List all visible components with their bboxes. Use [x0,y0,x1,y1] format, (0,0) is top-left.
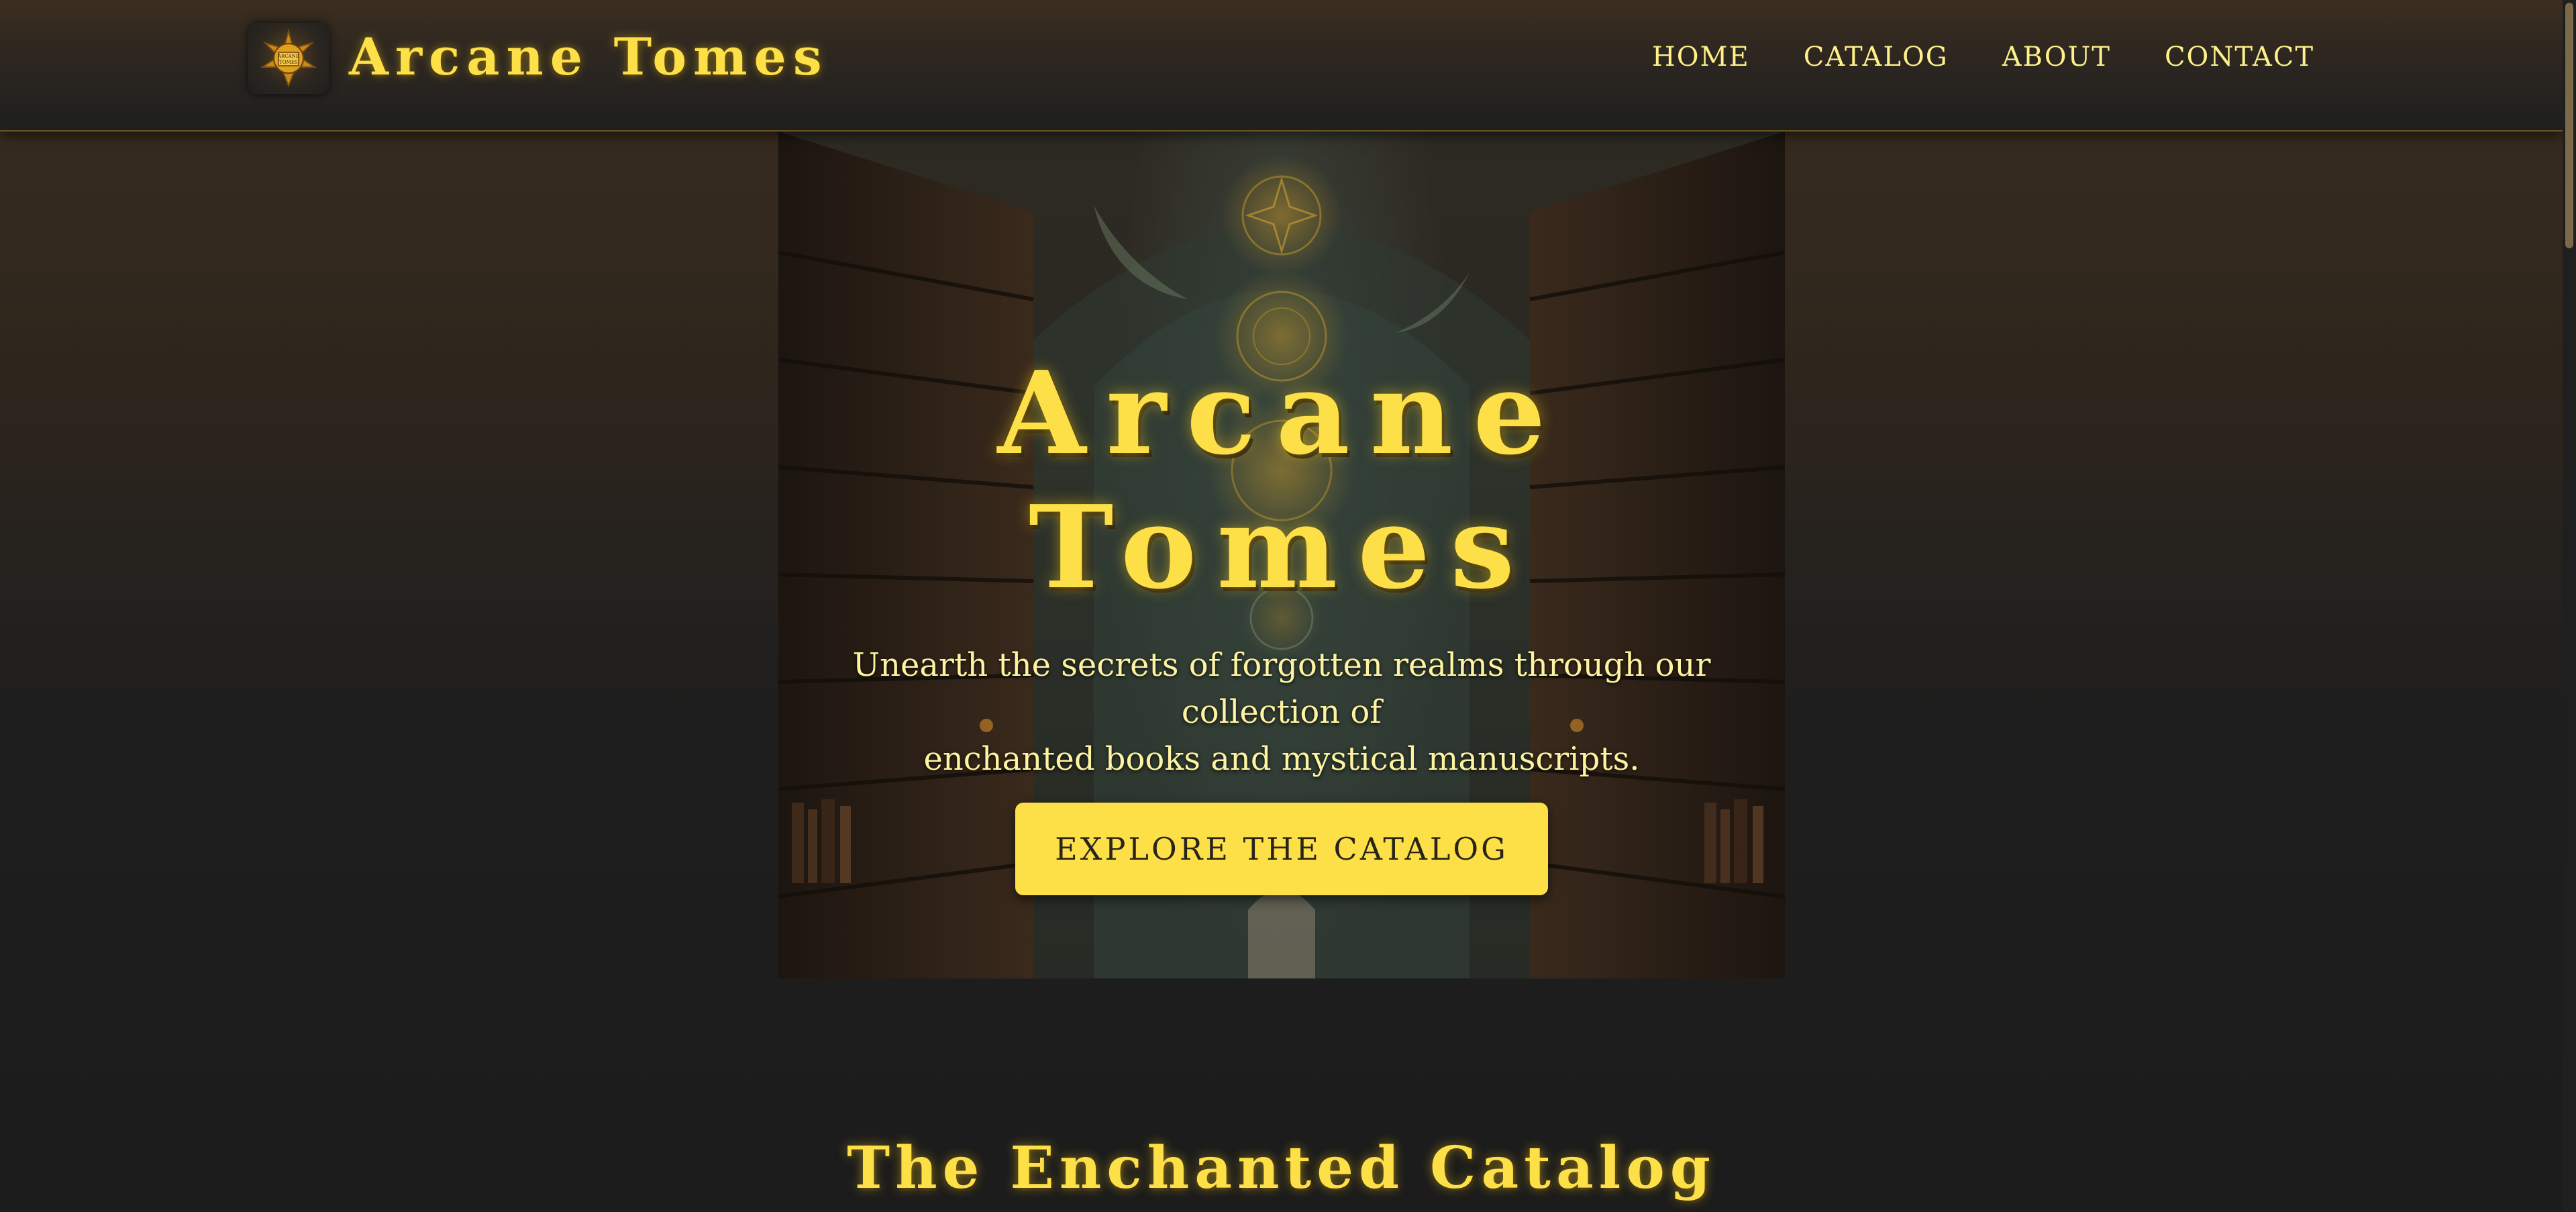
catalog-section-title: The Enchanted Catalog [847,1134,1716,1202]
page-scrollbar[interactable] [2563,0,2576,1212]
logo-text-line2: TOMES [279,60,298,65]
nav-contact[interactable]: CONTACT [2165,42,2314,72]
logo-text-line1: ARCANE [277,54,299,59]
hero-title: Arcane Tomes [997,346,1566,615]
hero-subtitle-line1: Unearth the secrets of forgotten realms … [852,646,1711,731]
hero-subtitle-line2: enchanted books and mystical manuscripts… [923,740,1640,778]
hero-section: Arcane Tomes Unearth the secrets of forg… [778,132,1785,978]
brand-name[interactable]: Arcane Tomes [349,27,829,87]
explore-catalog-button[interactable]: EXPLORE THE CATALOG [1015,803,1548,895]
nav-about[interactable]: ABOUT [2002,42,2111,72]
nav-catalog[interactable]: CATALOG [1804,42,1949,72]
scrollbar-thumb[interactable] [2565,3,2573,248]
nav-home[interactable]: HOME [1652,42,1750,72]
main-nav: HOME CATALOG ABOUT CONTACT [1652,42,2314,72]
hero-subtitle: Unearth the secrets of forgotten realms … [792,642,1771,782]
logo-icon: ARCANE TOMES [260,28,317,88]
logo-badge[interactable]: ARCANE TOMES [248,23,329,94]
site-header: ARCANE TOMES Arcane Tomes HOME CATALOG A… [0,0,2563,132]
